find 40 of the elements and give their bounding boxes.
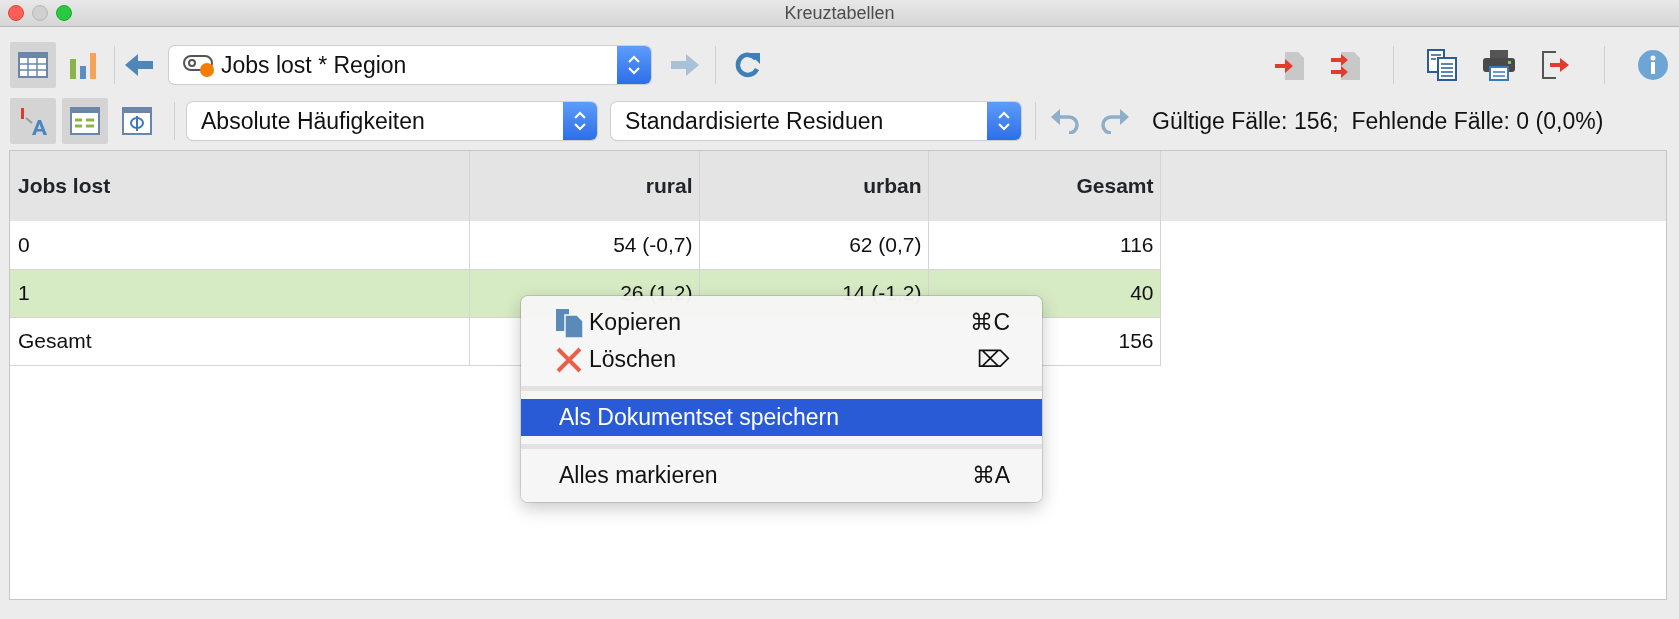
stepper-icon <box>572 109 588 133</box>
table-cell: 54 (-0,7) <box>469 221 699 269</box>
row-layout-button[interactable] <box>62 98 108 144</box>
import-icon[interactable] <box>1273 50 1305 80</box>
back-arrow-icon[interactable] <box>123 51 155 79</box>
table-cell: 116 <box>928 221 1160 269</box>
menu-item[interactable]: Als Dokumentset speichern <box>521 399 1042 436</box>
close-button[interactable] <box>8 5 24 21</box>
table-cell: 62 (0,7) <box>699 221 928 269</box>
labels-icon <box>18 106 48 136</box>
column-header[interactable]: rural <box>469 151 699 221</box>
table-cell: 0 <box>10 221 469 269</box>
info-icon[interactable] <box>1637 49 1669 81</box>
table-view-button[interactable] <box>10 42 56 88</box>
window-title: Kreuztabellen <box>784 1 895 25</box>
undo-icon[interactable] <box>1050 108 1080 134</box>
zoom-button[interactable] <box>56 5 72 21</box>
analysis-select[interactable]: Jobs lost * Region <box>169 46 651 84</box>
phi-icon <box>122 107 152 135</box>
import-icon[interactable] <box>1329 50 1361 80</box>
labels-button[interactable] <box>10 98 56 144</box>
menu-item[interactable]: Alles markieren ⌘A <box>521 457 1042 494</box>
table-cell: Gesamt <box>10 317 469 365</box>
copy-icon <box>555 307 585 338</box>
copy-icon[interactable] <box>1426 49 1458 81</box>
frequency-select[interactable]: Absolute Häufigkeiten <box>187 102 597 140</box>
print-icon[interactable] <box>1482 49 1516 81</box>
table-cell: 1 <box>10 269 469 317</box>
redo-icon[interactable] <box>1100 108 1130 134</box>
stepper-icon <box>996 109 1012 133</box>
residual-select[interactable]: Standardisierte Residuen <box>611 102 1021 140</box>
status-text: Gültige Fälle: 156; Fehlende Fälle: 0 (0,0%) <box>1152 106 1604 136</box>
stepper-icon <box>626 53 642 77</box>
variable-icon <box>183 52 215 78</box>
bar-chart-icon <box>68 51 98 79</box>
column-header[interactable]: urban <box>699 151 928 221</box>
table-icon <box>18 52 48 78</box>
column-header[interactable]: Gesamt <box>928 151 1160 221</box>
delete-icon <box>555 345 583 374</box>
row-layout-icon <box>70 107 100 135</box>
